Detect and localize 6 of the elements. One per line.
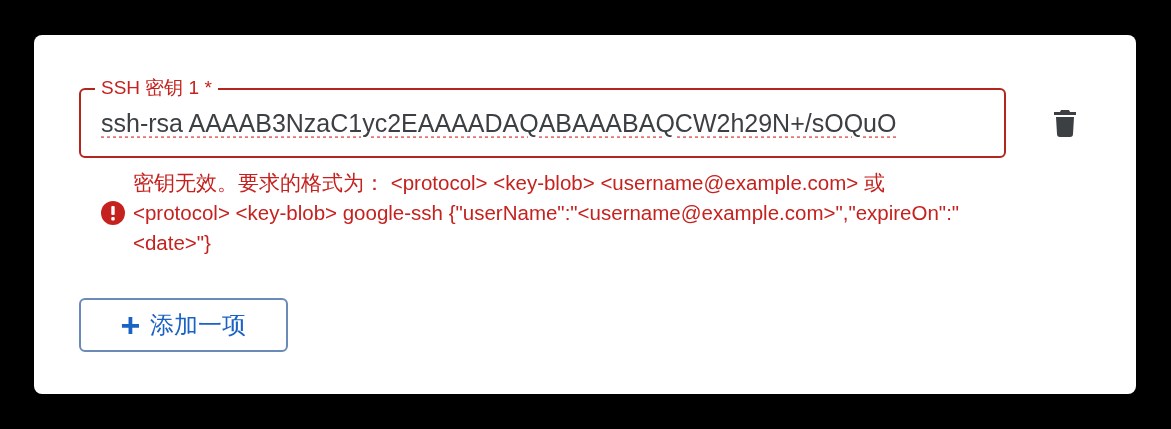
add-item-button[interactable]: + 添加一项 (79, 298, 288, 352)
error-icon (101, 201, 125, 225)
delete-icon[interactable] (1054, 109, 1076, 137)
error-message: 密钥无效。要求的格式为： <protocol> <key-blob> <username@example.com> 或 <protocol> <key-blob> google-ssh {"userName":"<username@example.com>","expireOn":"<date>"} (133, 170, 961, 256)
field-value: ssh-rsa AAAAB3NzaC1yc2EAAAADAQABAAABAQCW2h29N+/sOQuO (101, 108, 897, 138)
field-label: SSH 密钥 1 * (95, 76, 218, 100)
